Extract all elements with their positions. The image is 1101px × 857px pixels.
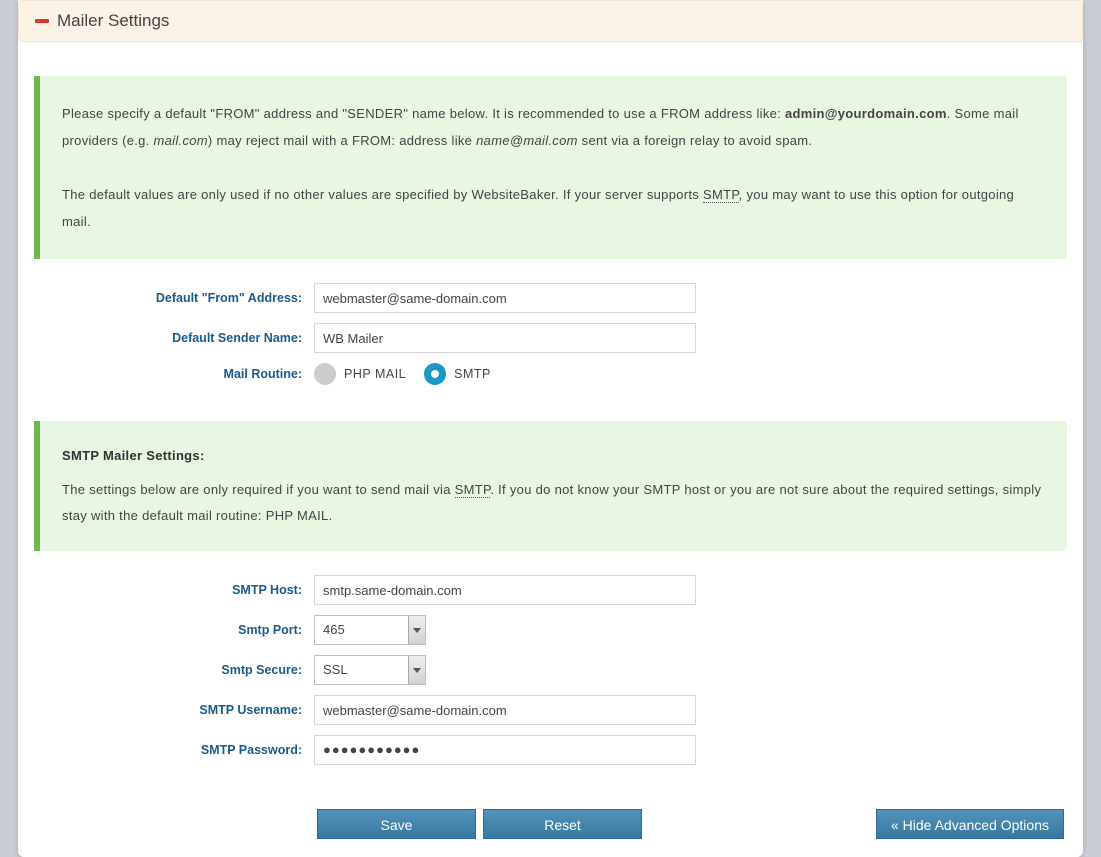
smtp-info-paragraph: The settings below are only required if … xyxy=(62,477,1045,529)
info-box-smtp: SMTP Mailer Settings: The settings below… xyxy=(34,421,1067,551)
smtp-host-input[interactable] xyxy=(314,575,696,605)
reset-button[interactable]: Reset xyxy=(483,809,642,839)
radio-label-smtp: SMTP xyxy=(454,367,491,381)
chevron-down-icon xyxy=(408,656,425,684)
chevron-down-icon xyxy=(408,616,425,644)
label-smtp-secure: Smtp Secure: xyxy=(34,663,314,677)
label-smtp-host: SMTP Host: xyxy=(34,583,314,597)
radio-php-mail[interactable] xyxy=(314,363,336,385)
sender-name-input[interactable] xyxy=(314,323,696,353)
smtp-secure-value: SSL xyxy=(315,656,408,684)
text: The settings below are only required if … xyxy=(62,482,455,497)
label-smtp-password: SMTP Password: xyxy=(34,743,314,757)
example-email-italic: name@mail.com xyxy=(476,133,578,148)
info-paragraph-1: Please specify a default "FROM" address … xyxy=(62,100,1045,155)
text: ) may reject mail with a FROM: address l… xyxy=(208,133,476,148)
label-smtp-username: SMTP Username: xyxy=(34,703,314,717)
section-title: Mailer Settings xyxy=(57,11,169,31)
mail-routine-group: PHP MAIL SMTP xyxy=(314,363,491,385)
smtp-settings-heading: SMTP Mailer Settings: xyxy=(62,443,1045,469)
smtp-abbr: SMTP xyxy=(455,482,491,498)
radio-label-php-mail: PHP MAIL xyxy=(344,367,406,381)
info-paragraph-2: The default values are only used if no o… xyxy=(62,181,1045,236)
radio-smtp[interactable] xyxy=(424,363,446,385)
label-mail-routine: Mail Routine: xyxy=(34,367,314,381)
info-box-main: Please specify a default "FROM" address … xyxy=(34,76,1067,259)
smtp-port-value: 465 xyxy=(315,616,408,644)
hide-advanced-options-button[interactable]: « Hide Advanced Options xyxy=(876,809,1064,839)
smtp-abbr: SMTP xyxy=(703,187,739,203)
label-sender-name: Default Sender Name: xyxy=(34,331,314,345)
smtp-password-input[interactable]: ●●●●●●●●●●● xyxy=(314,735,696,765)
save-button[interactable]: Save xyxy=(317,809,476,839)
text: Please specify a default "FROM" address … xyxy=(62,106,785,121)
smtp-secure-select[interactable]: SSL xyxy=(314,655,426,685)
from-address-input[interactable] xyxy=(314,283,696,313)
minus-icon xyxy=(35,19,49,23)
text: sent via a foreign relay to avoid spam. xyxy=(578,133,813,148)
label-from-address: Default "From" Address: xyxy=(34,291,314,305)
text: The default values are only used if no o… xyxy=(62,187,703,202)
mailer-settings-panel: Mailer Settings Please specify a default… xyxy=(18,0,1083,857)
smtp-username-input[interactable] xyxy=(314,695,696,725)
example-email-bold: admin@yourdomain.com xyxy=(785,106,947,121)
section-header[interactable]: Mailer Settings xyxy=(18,0,1083,42)
smtp-port-select[interactable]: 465 xyxy=(314,615,426,645)
label-smtp-port: Smtp Port: xyxy=(34,623,314,637)
example-domain-italic: mail.com xyxy=(154,133,208,148)
